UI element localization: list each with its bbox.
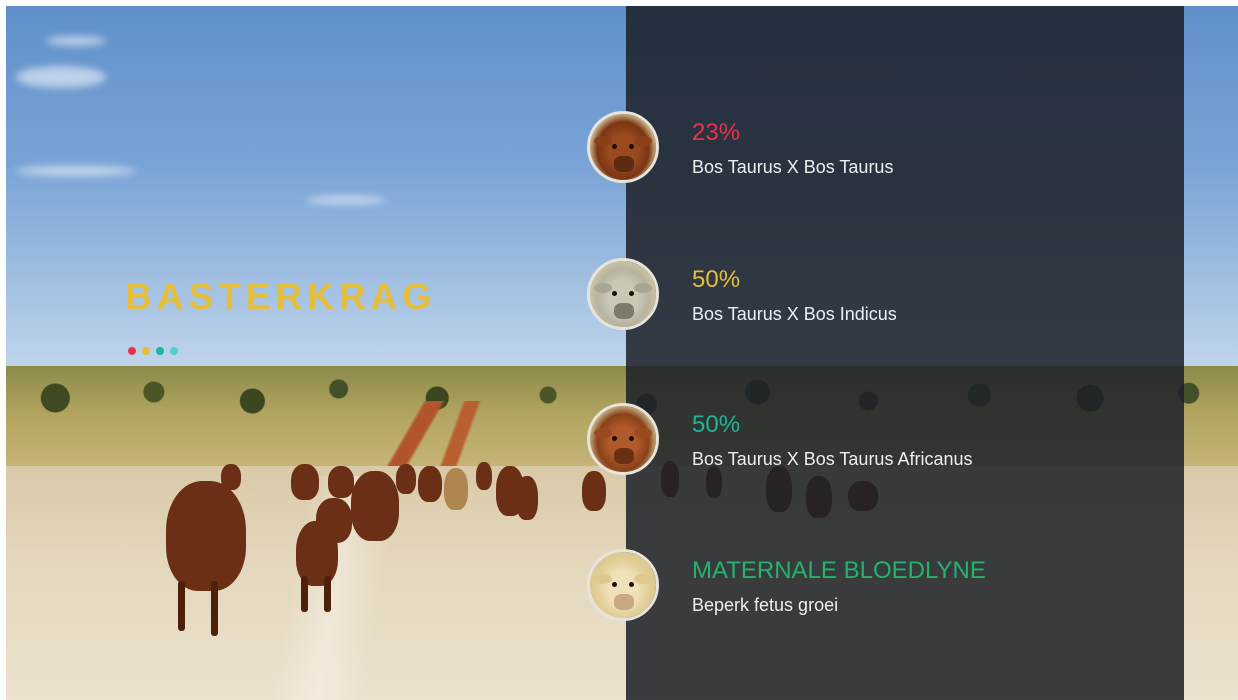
cloud (306, 196, 386, 204)
dot-yellow (142, 347, 150, 355)
page-title: BASTERKRAG (125, 276, 437, 317)
cow (328, 466, 354, 498)
cow (221, 464, 241, 490)
cloud (46, 36, 106, 46)
feature-description: Bos Taurus X Bos Taurus (692, 157, 894, 177)
decorative-dots (128, 347, 178, 355)
red-dirt-road (366, 401, 516, 471)
cow-leg (178, 581, 185, 631)
grey-cow-icon (587, 258, 659, 330)
cow (582, 471, 606, 511)
hero-section: BASTERKRAG 23% Bos Taurus X Bos Taurus 5… (6, 6, 1238, 700)
cow-leg (324, 576, 331, 612)
cow (444, 468, 468, 510)
cow-leg (211, 581, 218, 636)
brown-cow-icon (587, 403, 659, 475)
cow (476, 462, 492, 490)
cow (166, 481, 246, 591)
cloud (16, 166, 136, 176)
feature-description: Bos Taurus X Bos Taurus Africanus (692, 449, 973, 469)
dot-cyan (170, 347, 178, 355)
cow (418, 466, 442, 502)
cow (351, 471, 399, 541)
feature-description: Beperk fetus groei (692, 595, 839, 615)
feature-value: 50% (692, 411, 741, 438)
cow (291, 464, 319, 500)
cow (396, 464, 416, 494)
cow-leg (301, 576, 308, 612)
feature-value: MATERNALE BLOEDLYNE (692, 557, 986, 584)
dot-red (128, 347, 136, 355)
red-cow-icon (587, 111, 659, 183)
cow (516, 476, 538, 520)
cream-cow-icon (587, 549, 659, 621)
feature-value: 50% (692, 266, 741, 293)
cloud (16, 66, 106, 88)
dot-teal (156, 347, 164, 355)
feature-value: 23% (692, 119, 741, 146)
cow (316, 498, 352, 543)
feature-description: Bos Taurus X Bos Indicus (692, 304, 897, 324)
